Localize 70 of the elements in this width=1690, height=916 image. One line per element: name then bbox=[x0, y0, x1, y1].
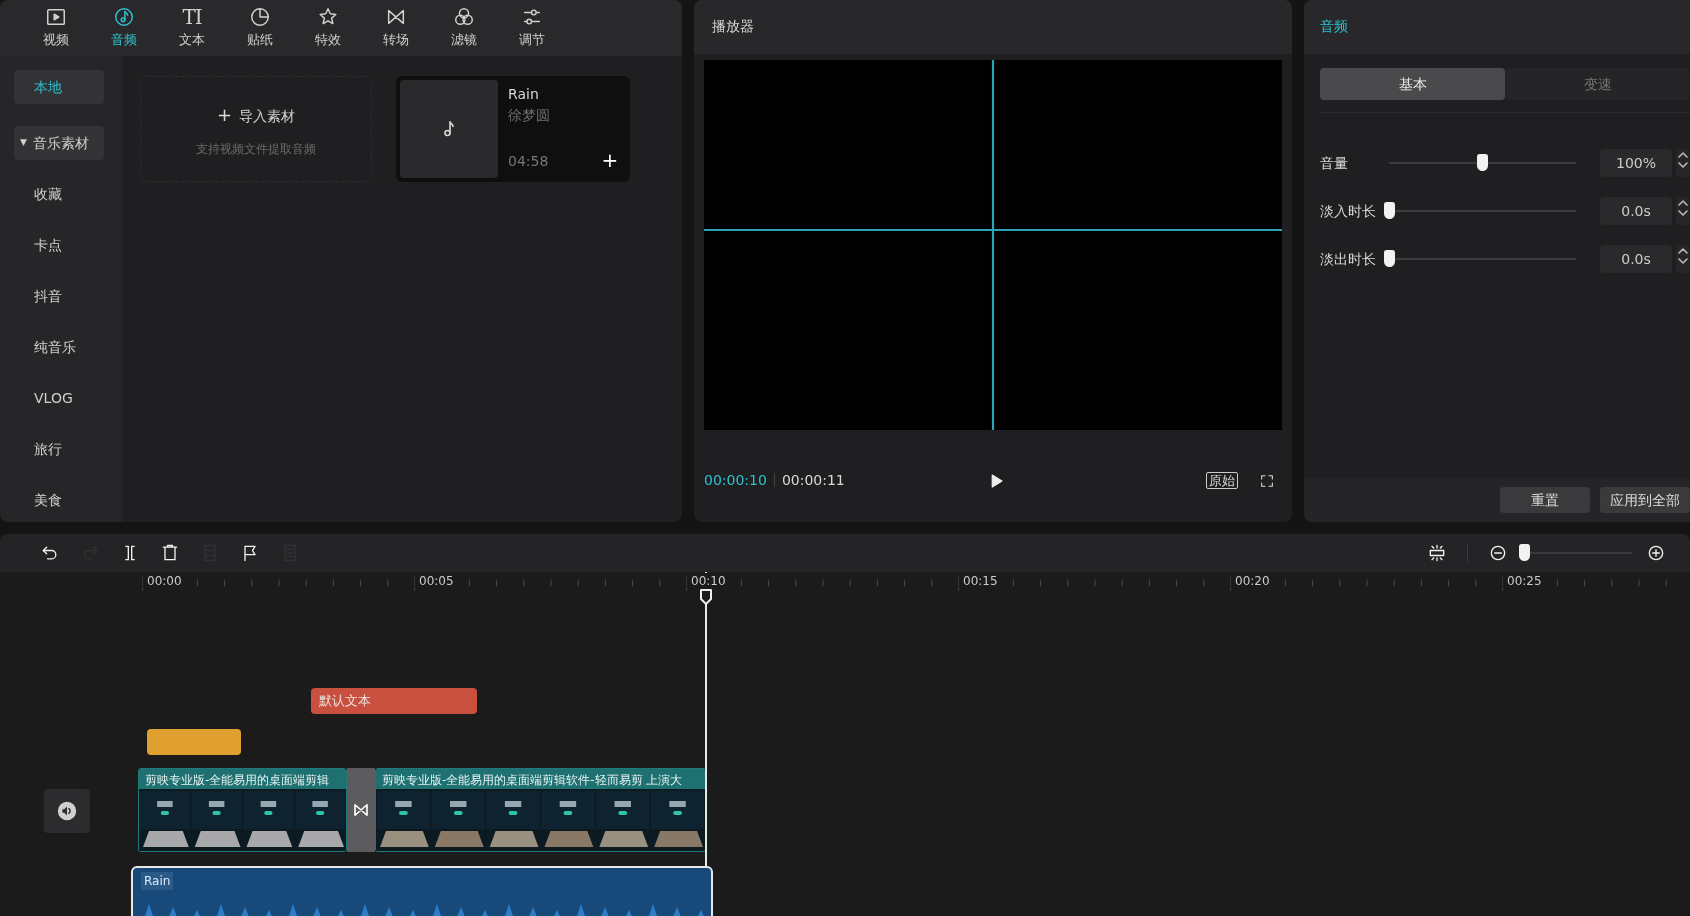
sticker-icon bbox=[249, 6, 271, 29]
slider-thumb[interactable] bbox=[1477, 154, 1489, 171]
clip-title: 剪映专业版-全能易用的桌面端剪辑 bbox=[139, 769, 346, 789]
music-note-icon bbox=[113, 6, 135, 29]
clip-title: Rain bbox=[141, 872, 174, 890]
sidebar-item[interactable]: 旅行 bbox=[14, 432, 104, 466]
clip-title: 剪映专业版-全能易用的桌面端剪辑软件-轻而易剪 上演大 bbox=[376, 769, 705, 789]
ruler-label: 00:25 bbox=[1503, 573, 1542, 589]
category-tab[interactable]: 转场 bbox=[362, 0, 430, 56]
ruler-label: 00:00 bbox=[143, 573, 182, 589]
audio-card[interactable]: Rain 徐梦圆 04:58 + bbox=[396, 76, 630, 182]
reset-button[interactable]: 重置 bbox=[1500, 487, 1590, 513]
transition-button[interactable] bbox=[347, 768, 375, 852]
text-clip[interactable]: 默认文本 bbox=[311, 688, 477, 714]
panel-title: 播放器 bbox=[694, 0, 1292, 54]
category-tab[interactable]: 滤镜 bbox=[430, 0, 498, 56]
audio-title: Rain bbox=[508, 85, 540, 104]
ruler-label: 00:05 bbox=[415, 573, 454, 589]
category-tab[interactable]: 贴纸 bbox=[226, 0, 294, 56]
slider-thumb[interactable] bbox=[1519, 544, 1531, 561]
sidebar-item[interactable]: 卡点 bbox=[14, 228, 104, 262]
text-tool-icon: TI bbox=[182, 6, 202, 29]
apply-all-button[interactable]: 应用到全部 bbox=[1600, 487, 1690, 513]
slider-thumb[interactable] bbox=[1383, 202, 1395, 219]
category-tab[interactable]: TI 文本 bbox=[158, 0, 226, 56]
ruler-label: 00:20 bbox=[1231, 573, 1270, 589]
mute-button[interactable] bbox=[44, 789, 90, 833]
current-time: 00:00:10 bbox=[704, 470, 767, 490]
category-tab[interactable]: 视频 bbox=[22, 0, 90, 56]
bowtie-icon bbox=[352, 801, 370, 819]
zoom-out-icon bbox=[1488, 543, 1508, 563]
sidebar-item[interactable]: 本地 bbox=[14, 70, 104, 104]
value-field[interactable]: 100% bbox=[1600, 149, 1672, 177]
trash-icon bbox=[160, 543, 180, 563]
stepper-icon[interactable] bbox=[1676, 245, 1690, 273]
slider-label: 淡入时长 bbox=[1320, 201, 1377, 221]
sidebar-item[interactable]: 美食 bbox=[14, 483, 104, 517]
slider-label: 淡出时长 bbox=[1320, 249, 1377, 269]
magnet-line-icon bbox=[1427, 543, 1447, 563]
zoom-in-icon bbox=[1646, 543, 1666, 563]
audio-artist: 徐梦圆 bbox=[508, 106, 551, 125]
category-tab[interactable]: 特效 bbox=[294, 0, 362, 56]
playhead-handle[interactable] bbox=[699, 589, 713, 605]
value-field[interactable]: 0.0s bbox=[1600, 197, 1672, 225]
value-field[interactable]: 0.0s bbox=[1600, 245, 1672, 273]
stepper-icon[interactable] bbox=[1676, 149, 1690, 177]
slider-thumb[interactable] bbox=[1383, 250, 1395, 267]
ratio-button[interactable]: 原始 bbox=[1206, 471, 1238, 489]
import-hint: 支持视频文件提取音频 bbox=[196, 140, 316, 158]
sidebar-item[interactable]: 抖音 bbox=[14, 279, 104, 313]
sidebar-item[interactable]: 收藏 bbox=[14, 177, 104, 211]
stepper-icon[interactable] bbox=[1676, 197, 1690, 225]
sidebar-item[interactable]: VLOG bbox=[14, 381, 104, 415]
panel-title: 音频 bbox=[1304, 0, 1690, 54]
category-tab[interactable]: 调节 bbox=[498, 0, 566, 56]
sidebar-item[interactable]: ▼ 音乐素材 bbox=[14, 126, 104, 160]
segment-tab[interactable]: 变速 bbox=[1505, 68, 1690, 100]
speaker-icon bbox=[56, 800, 78, 822]
ruler-label: 00:15 bbox=[959, 573, 998, 589]
import-button[interactable]: + 导入素材 bbox=[216, 100, 296, 128]
sidebar-item[interactable]: 纯音乐 bbox=[14, 330, 104, 364]
segment-tab[interactable]: 基本 bbox=[1320, 68, 1505, 100]
slider-label: 音量 bbox=[1320, 153, 1349, 173]
effect-clip[interactable] bbox=[147, 729, 241, 755]
audio-clip[interactable]: Rain bbox=[131, 866, 713, 916]
fullscreen-icon bbox=[1259, 472, 1275, 489]
total-time: 00:00:11 bbox=[781, 470, 845, 490]
category-tab[interactable]: 音频 bbox=[90, 0, 158, 56]
audio-duration: 04:58 bbox=[508, 152, 549, 171]
add-button[interactable]: + bbox=[600, 150, 620, 170]
